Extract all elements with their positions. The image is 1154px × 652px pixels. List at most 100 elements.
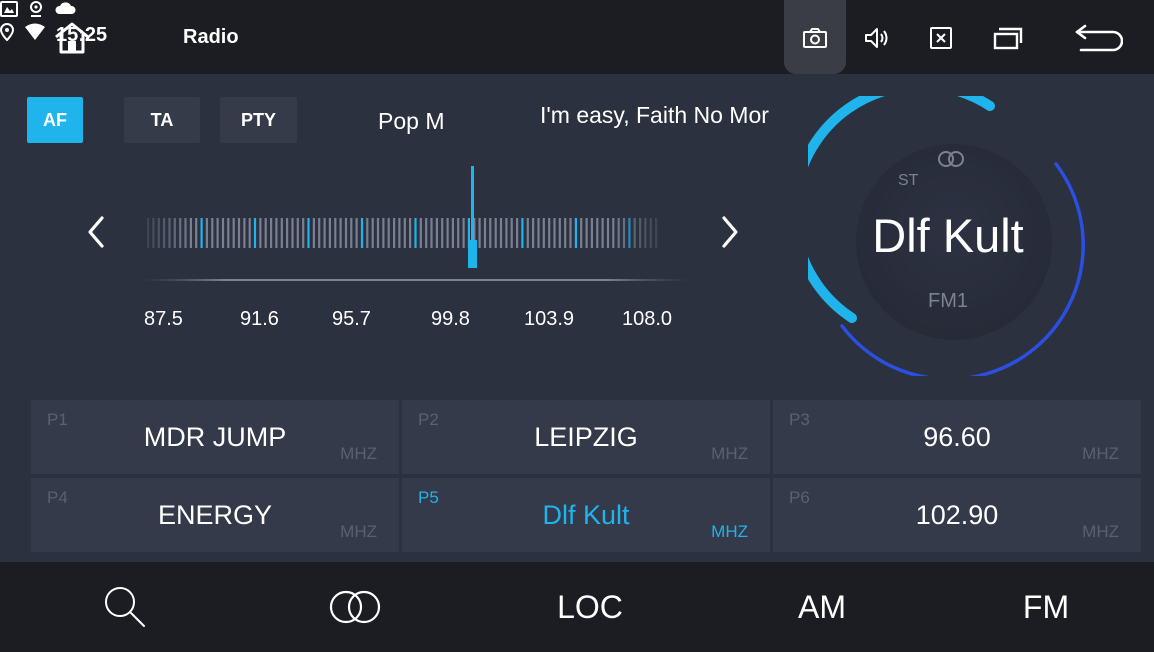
search-icon <box>105 587 145 627</box>
tuner-tick <box>275 218 278 248</box>
tuner-tick <box>644 218 647 248</box>
tuner-tick <box>398 218 401 248</box>
tuner-needle-handle[interactable] <box>468 240 477 268</box>
tuner-tick <box>435 218 438 248</box>
tuner-tick <box>232 218 235 248</box>
band-label: FM1 <box>928 290 968 312</box>
tuner-tick <box>291 218 294 248</box>
tuner-tick <box>168 218 171 248</box>
wifi-icon <box>24 23 46 47</box>
volume-icon[interactable] <box>854 18 900 58</box>
stereo-button[interactable] <box>310 562 400 652</box>
tuner-tick <box>553 218 556 248</box>
tuner-major-tick <box>574 218 577 248</box>
tuner-tick <box>403 218 406 248</box>
freq-label-5: 108.0 <box>622 308 673 330</box>
preset-number: P4 <box>47 488 68 507</box>
tuner-tick <box>580 218 583 248</box>
preset-p4[interactable]: P4 ENERGY MHZ <box>31 478 399 552</box>
tuner-tick <box>639 218 642 248</box>
preset-name: Dlf Kult <box>542 500 630 530</box>
tune-down-button[interactable] <box>82 210 112 254</box>
tuner-tick <box>451 218 454 248</box>
tuner-tick <box>548 218 551 248</box>
tuner-tick <box>270 218 273 248</box>
stereo-icon <box>329 590 381 624</box>
stereo-icon <box>936 150 966 173</box>
tuner-major-tick <box>414 218 417 248</box>
tuner-tick <box>366 218 369 248</box>
preset-p1[interactable]: P1 MDR JUMP MHZ <box>31 400 399 474</box>
tuner-tick <box>526 218 529 248</box>
tuner-tick <box>355 218 358 248</box>
status-bar: Radio 15:25 <box>0 0 1154 74</box>
tuner-tick <box>216 218 219 248</box>
app-title: Radio <box>183 26 239 48</box>
tuner-tick <box>457 218 460 248</box>
tuner-tick <box>259 218 262 248</box>
tuner-major-tick <box>521 218 524 248</box>
tuner-tick <box>419 218 422 248</box>
gallery-icon <box>0 0 18 23</box>
tuner-tick <box>382 218 385 248</box>
home-icon[interactable] <box>44 18 100 58</box>
tuner-tick <box>237 218 241 248</box>
preset-name: LEIPZIG <box>534 422 638 452</box>
ta-button[interactable]: TA <box>124 97 200 143</box>
tuner-tick <box>323 218 326 248</box>
tuner-tick <box>655 218 658 248</box>
tuner-tick <box>494 218 497 248</box>
tuner-scale[interactable] <box>143 162 688 292</box>
pty-button[interactable]: PTY <box>220 97 297 143</box>
tuner-tick <box>558 218 561 248</box>
tuner-tick <box>243 218 246 248</box>
tuner-tick <box>147 218 150 248</box>
tuner-tick <box>585 218 588 248</box>
tuner-tick <box>542 218 545 248</box>
tuner-tick <box>296 218 299 248</box>
back-icon[interactable] <box>1066 18 1130 58</box>
tuner-tick <box>430 218 433 248</box>
fm-button[interactable]: FM <box>996 562 1096 652</box>
am-button[interactable]: AM <box>772 562 872 652</box>
tuner-tick <box>344 218 348 248</box>
preset-unit: MHZ <box>711 444 748 463</box>
tuner-tick <box>195 218 198 248</box>
freq-label-4: 103.9 <box>524 308 575 330</box>
tuner-tick <box>376 218 380 248</box>
tuner-tick <box>163 218 166 248</box>
tuner-tick <box>564 218 567 248</box>
tuner-tick <box>334 218 337 248</box>
preset-number: P6 <box>789 488 810 507</box>
preset-p6[interactable]: P6 102.90 MHZ <box>773 478 1141 552</box>
tuner-tick <box>590 218 593 248</box>
tuner-tick <box>286 218 289 248</box>
preset-p2[interactable]: P2 LEIPZIG MHZ <box>402 400 770 474</box>
tuner-tick <box>505 218 508 248</box>
preset-number: P1 <box>47 410 68 429</box>
search-button[interactable] <box>80 562 170 652</box>
tuner-tick <box>649 218 652 248</box>
tuner-tick <box>516 218 519 248</box>
recent-apps-icon[interactable] <box>980 18 1036 58</box>
tuner-major-tick <box>360 218 364 248</box>
screenshot-icon[interactable] <box>784 18 846 58</box>
close-app-icon[interactable] <box>918 18 964 58</box>
preset-p5[interactable]: P5 Dlf Kult MHZ <box>402 478 770 552</box>
tuner-tick <box>606 218 610 248</box>
preset-name: MDR JUMP <box>143 422 287 452</box>
tuner-tick <box>601 218 604 248</box>
pty-value: Pop M <box>378 108 445 134</box>
tune-up-button[interactable] <box>714 210 744 254</box>
freq-label-0: 87.5 <box>144 308 183 330</box>
tuner-tick <box>441 218 444 248</box>
location-icon <box>28 0 44 23</box>
loc-button[interactable]: LOC <box>530 562 650 652</box>
tuner-tick <box>179 218 182 248</box>
chevron-left-icon <box>88 216 104 248</box>
preset-unit: MHZ <box>1082 522 1119 541</box>
preset-p3[interactable]: P3 96.60 MHZ <box>773 400 1141 474</box>
af-button[interactable]: AF <box>27 97 83 143</box>
preset-unit: MHZ <box>340 522 377 541</box>
tuner-major-tick <box>628 218 631 248</box>
